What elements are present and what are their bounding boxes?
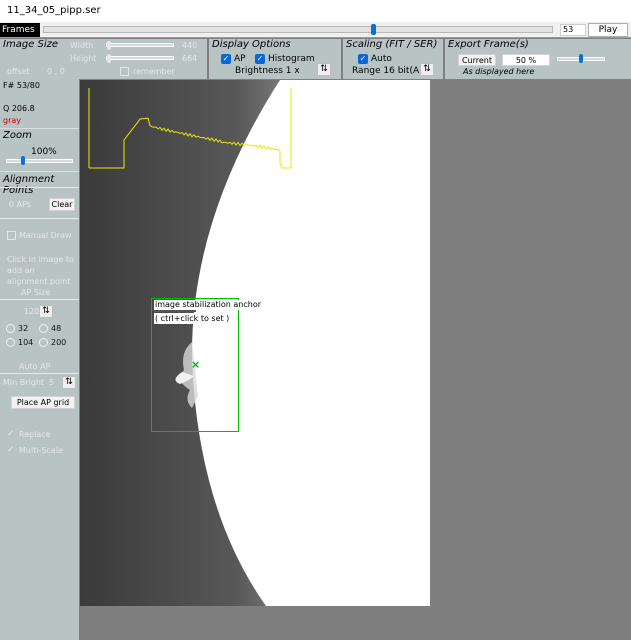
clear-aps-button[interactable]: Clear	[49, 198, 75, 211]
replace-check-icon[interactable]: ✓	[7, 429, 15, 439]
height-label: Height	[70, 54, 97, 63]
reset-arrows-icon: ⇅	[65, 377, 73, 387]
histogram-line	[89, 117, 291, 169]
brightness-reset-button[interactable]: ⇅	[317, 63, 331, 76]
zoom-slider[interactable]	[6, 159, 73, 163]
anchor-label-underline	[154, 310, 196, 312]
auto-scaling-checkbox[interactable]: ✓	[358, 54, 368, 64]
height-slider[interactable]	[106, 56, 174, 60]
scaling-title: Scaling (FIT / SER)	[346, 39, 438, 50]
range-reset-button[interactable]: ⇅	[420, 63, 434, 76]
frames-slider-track[interactable]	[43, 26, 553, 33]
ap-size-option-200: 200	[51, 338, 67, 347]
width-slider-thumb[interactable]	[107, 41, 111, 50]
range-label: Range 16 bit(A)	[352, 66, 423, 76]
anchor-hint: ( ctrl+click to set )	[154, 313, 231, 324]
divider	[0, 128, 79, 129]
ap-size-option-32: 32	[18, 324, 29, 333]
height-slider-thumb[interactable]	[107, 54, 111, 63]
manual-draw-label: Manual Draw	[19, 231, 72, 240]
play-button[interactable]: Play	[588, 23, 628, 37]
image-size-title: Image Size	[3, 39, 59, 50]
min-bright-value: 5	[49, 378, 55, 387]
auto-scaling-label: Auto	[371, 54, 392, 64]
ap-count-label: 0 APs	[9, 200, 31, 209]
checkmark-icon: ✓	[222, 54, 230, 63]
export-percent-field[interactable]: 50 %	[502, 54, 550, 66]
cross-marker-icon: ×	[191, 358, 201, 371]
manual-draw-checkbox[interactable]	[7, 231, 16, 240]
ap-size-value: 120	[24, 307, 40, 316]
remember-label: remember	[133, 67, 175, 76]
current-button[interactable]: Current	[458, 54, 496, 66]
offset-label: offset	[7, 67, 30, 76]
min-bright-label: Min Bright	[3, 378, 45, 387]
as-displayed-label: As displayed here	[463, 67, 535, 76]
ap-size-option-104: 104	[18, 338, 34, 347]
image-size-panel: Image Size Width 440 Height 664 offset 0…	[0, 39, 207, 79]
image-canvas[interactable]	[80, 80, 430, 606]
ap-size-label: AP Size	[21, 288, 51, 297]
ap-size-radio-48[interactable]	[39, 324, 48, 333]
divider	[0, 171, 79, 172]
multiscale-label: Multi-Scale	[19, 446, 63, 455]
histogram-checkbox[interactable]: ✓	[255, 54, 265, 64]
reset-arrows-icon: ⇅	[423, 64, 431, 74]
divider	[0, 373, 79, 374]
divider	[0, 299, 79, 300]
ap-size-radio-200[interactable]	[39, 338, 48, 347]
brightness-label: Brightness 1 x	[235, 66, 300, 76]
zoom-value: 100%	[31, 147, 57, 157]
divider	[0, 218, 79, 219]
min-bright-reset-button[interactable]: ⇅	[62, 376, 76, 389]
export-panel: Export Frame(s) Current 50 % As displaye…	[445, 39, 631, 79]
color-mode-label: gray	[3, 116, 22, 125]
divider	[0, 187, 79, 188]
histogram-label: Histogram	[268, 54, 315, 64]
ap-size-radio-104[interactable]	[6, 338, 15, 347]
window-title: 11_34_05_pipp.ser	[7, 5, 101, 16]
export-title: Export Frame(s)	[448, 39, 529, 50]
quality-label: Q 206.8	[3, 104, 35, 113]
multiscale-check-icon[interactable]: ✓	[7, 445, 15, 455]
frames-slider-thumb[interactable]	[371, 24, 377, 35]
auto-ap-label: Auto AP	[19, 362, 51, 371]
place-ap-grid-button[interactable]: Place AP grid	[11, 396, 75, 409]
width-value: 440	[182, 41, 198, 50]
display-options-title: Display Options	[212, 39, 291, 50]
ap-checkbox[interactable]: ✓	[221, 54, 231, 64]
alignment-points-title: Alignment Points	[3, 174, 55, 196]
frames-label: Frames	[0, 23, 40, 37]
ap-size-option-48: 48	[51, 324, 62, 333]
display-options-panel: Display Options ✓ AP ✓ Histogram Brightn…	[209, 39, 341, 79]
ap-size-radio-32[interactable]	[6, 324, 15, 333]
zoom-slider-thumb[interactable]	[21, 156, 25, 165]
height-value: 664	[182, 54, 198, 63]
checkmark-icon: ✓	[256, 54, 264, 63]
export-scale-slider-thumb[interactable]	[579, 54, 583, 63]
frame-number-label: F# 53/80	[3, 81, 40, 90]
width-label: Width	[70, 41, 94, 50]
frames-bar: Frames 53 Play	[0, 22, 631, 38]
histogram-overlay	[88, 88, 292, 169]
zoom-title: Zoom	[3, 130, 32, 141]
scaling-panel: Scaling (FIT / SER) ✓ Auto Range 16 bit(…	[343, 39, 443, 79]
add-ap-hint: Click in image to add an alignment point	[7, 255, 74, 286]
offset-value: 0 , 0	[47, 67, 65, 76]
anchor-label: image stabilization anchor	[154, 300, 263, 310]
left-sidebar: F# 53/80 Q 206.8 gray Zoom 100% Alignmen…	[0, 79, 79, 640]
window-titlebar: 11_34_05_pipp.ser	[0, 0, 631, 22]
ap-label: AP	[234, 54, 246, 64]
width-slider[interactable]	[106, 43, 174, 47]
reset-arrows-icon: ⇅	[42, 306, 50, 316]
remember-checkbox[interactable]	[120, 67, 129, 76]
frame-number-input[interactable]: 53	[560, 24, 586, 36]
replace-label: Replace	[19, 430, 51, 439]
reset-arrows-icon: ⇅	[320, 64, 328, 74]
checkmark-icon: ✓	[359, 54, 367, 63]
ap-size-reset-button[interactable]: ⇅	[39, 305, 53, 318]
